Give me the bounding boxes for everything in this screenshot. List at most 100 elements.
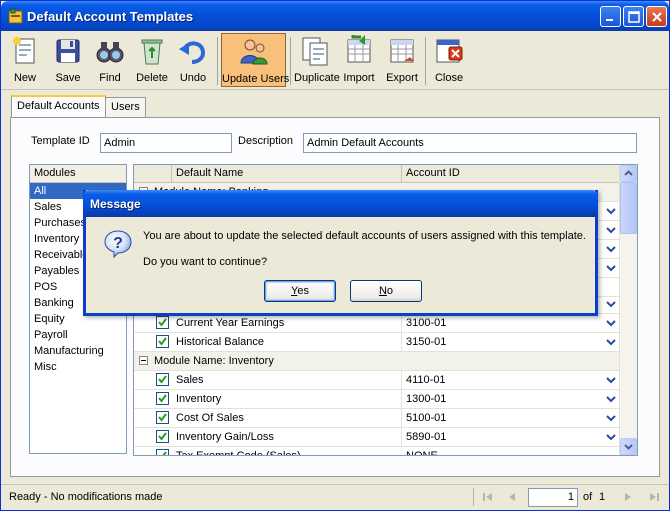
row-checkbox[interactable]: [156, 335, 169, 348]
delete-label: Delete: [136, 72, 168, 84]
tab-users[interactable]: Users: [105, 97, 146, 117]
last-page-icon[interactable]: [648, 491, 660, 503]
template-id-field[interactable]: Admin: [100, 133, 232, 153]
close-icon: [652, 12, 662, 22]
table-row: Cost Of Sales 5100-01: [134, 409, 620, 428]
tab-default-accounts[interactable]: Default Accounts: [11, 95, 106, 118]
grid-header: Default Name Account ID: [134, 165, 620, 183]
chevron-down-icon[interactable]: [605, 224, 617, 236]
table-row: Inventory 1300-01: [134, 390, 620, 409]
chevron-down-icon[interactable]: [605, 243, 617, 255]
row-checkbox[interactable]: [156, 430, 169, 443]
account-id-cell[interactable]: 4110-01: [402, 371, 602, 389]
dialog-title: Message: [90, 197, 141, 211]
default-name-cell: Historical Balance: [172, 333, 402, 351]
close-button[interactable]: [646, 6, 667, 27]
scroll-up-button[interactable]: [620, 165, 637, 182]
account-id-cell[interactable]: NONE: [402, 447, 602, 455]
default-name-cell: Sales: [172, 371, 402, 389]
chevron-down-icon[interactable]: [605, 262, 617, 274]
floppy-disk-icon: [56, 39, 80, 63]
checkmark-icon: [158, 375, 167, 384]
account-id-cell[interactable]: 3100-01: [402, 314, 602, 332]
new-document-icon: [13, 37, 35, 64]
window-title: Default Account Templates: [27, 9, 194, 24]
toolbar-separator: [217, 37, 218, 85]
new-label: New: [13, 72, 36, 84]
row-checkbox[interactable]: [156, 392, 169, 405]
table-row: Tax Exempt Code (Sales) NONE: [134, 447, 620, 456]
default-name-cell: Current Year Earnings: [172, 314, 402, 332]
first-page-icon[interactable]: [482, 491, 494, 503]
no-label: o: [386, 285, 394, 297]
import-button[interactable]: Import: [339, 33, 379, 87]
yes-label: es: [297, 285, 309, 297]
chevron-down-icon[interactable]: [605, 431, 617, 443]
chevron-down-icon[interactable]: [605, 393, 617, 405]
export-button[interactable]: Export: [382, 33, 422, 87]
update-users-label: Update Users: [222, 73, 290, 85]
save-button[interactable]: Save: [48, 33, 88, 87]
status-bar: Ready - No modifications made 1 of 1: [1, 484, 669, 511]
maximize-button[interactable]: [623, 6, 644, 27]
module-item-manufacturing[interactable]: Manufacturing: [30, 343, 126, 359]
description-field[interactable]: Admin Default Accounts: [303, 133, 637, 153]
default-name-cell: Tax Exempt Code (Sales): [176, 450, 301, 456]
chevron-down-icon[interactable]: [605, 317, 617, 329]
row-checkbox[interactable]: [156, 316, 169, 329]
dialog-title-bar[interactable]: Message: [83, 190, 598, 217]
update-users-button[interactable]: Update Users: [221, 33, 290, 87]
module-item-payroll[interactable]: Payroll: [30, 327, 126, 343]
title-bar[interactable]: Default Account Templates: [1, 1, 669, 31]
previous-page-icon[interactable]: [506, 491, 518, 503]
chevron-down-icon[interactable]: [605, 205, 617, 217]
dialog-question: Do you want to continue?: [143, 256, 268, 268]
grid-header-account[interactable]: Account ID: [402, 165, 620, 182]
chevron-down-icon: [624, 444, 633, 450]
chevron-down-icon[interactable]: [605, 336, 617, 348]
group-row-inventory[interactable]: Module Name: Inventory: [134, 352, 620, 371]
collapse-toggle[interactable]: [139, 356, 148, 365]
account-id-cell[interactable]: 1300-01: [402, 390, 602, 408]
row-checkbox[interactable]: [156, 373, 169, 386]
row-checkbox[interactable]: [156, 449, 169, 455]
grid-scrollbar[interactable]: [619, 165, 637, 455]
export-label: Export: [386, 72, 418, 84]
find-label: Find: [99, 72, 121, 84]
status-text: Ready - No modifications made: [9, 491, 163, 503]
chevron-down-icon[interactable]: [605, 412, 617, 424]
find-button[interactable]: Find: [90, 33, 130, 87]
page-of-label: of: [583, 491, 593, 503]
no-button[interactable]: No: [350, 280, 422, 302]
undo-button[interactable]: Undo: [173, 33, 213, 87]
next-page-icon[interactable]: [622, 491, 634, 503]
minimize-button[interactable]: [600, 6, 621, 27]
account-id-cell[interactable]: 5100-01: [402, 409, 602, 427]
delete-button[interactable]: Delete: [132, 33, 172, 87]
row-checkbox[interactable]: [156, 411, 169, 424]
svg-text:?: ?: [113, 235, 123, 252]
modules-header: Modules: [30, 165, 126, 183]
new-button[interactable]: New: [5, 33, 45, 87]
chevron-down-icon[interactable]: [605, 298, 617, 310]
scroll-thumb[interactable]: [620, 182, 637, 234]
yes-button[interactable]: Yes: [264, 280, 336, 302]
default-name-cell: Inventory Gain/Loss: [172, 428, 402, 446]
account-id-cell[interactable]: 3150-01: [402, 333, 602, 351]
close-toolbar-button[interactable]: Close: [429, 33, 469, 87]
minimize-icon: [606, 19, 613, 21]
chevron-down-icon[interactable]: [605, 374, 617, 386]
account-id-cell[interactable]: 5890-01: [402, 428, 602, 446]
save-label: Save: [55, 72, 81, 84]
close-label: Close: [434, 72, 464, 84]
checkmark-icon: [158, 318, 167, 327]
module-item-misc[interactable]: Misc: [30, 359, 126, 375]
grid-header-name[interactable]: Default Name: [172, 165, 402, 182]
duplicate-button[interactable]: Duplicate: [294, 33, 340, 87]
scroll-down-button[interactable]: [620, 438, 637, 455]
dialog-message: You are about to update the selected def…: [143, 230, 586, 242]
checkmark-icon: [159, 451, 167, 455]
checkmark-icon: [158, 413, 167, 422]
page-number-input[interactable]: 1: [528, 488, 578, 507]
recycle-bin-icon: [141, 39, 163, 65]
